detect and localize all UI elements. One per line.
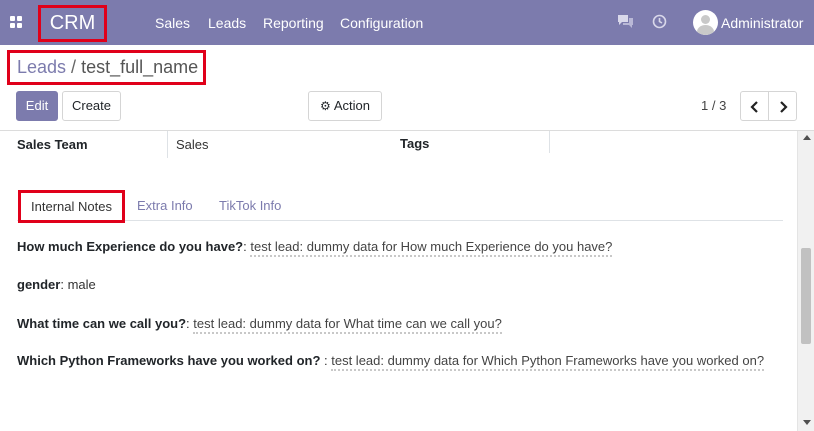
pager-value: 1 / 3: [701, 98, 727, 113]
breadcrumb-leads-link[interactable]: Leads: [17, 57, 66, 77]
menu-reporting[interactable]: Reporting: [263, 15, 324, 31]
note-item: Which Python Frameworks have you worked …: [17, 353, 765, 371]
note-answer: male: [67, 277, 96, 292]
breadcrumb-current: test_full_name: [81, 57, 199, 77]
note-question: How much Experience do you have?: [17, 239, 244, 254]
note-answer: test lead: dummy data for What time can …: [193, 316, 502, 334]
create-button[interactable]: Create: [62, 91, 121, 121]
menu-leads[interactable]: Leads: [208, 15, 246, 31]
clock-icon[interactable]: [652, 14, 667, 32]
vertical-scrollbar[interactable]: [797, 131, 814, 431]
note-item: gender: male: [17, 277, 96, 292]
note-separator: :: [60, 277, 68, 292]
gear-icon: ⚙: [320, 99, 331, 113]
breadcrumb: Leads / test_full_name: [7, 50, 206, 85]
field-divider: [549, 131, 550, 153]
edit-button[interactable]: Edit: [16, 91, 58, 121]
action-label: Action: [333, 98, 370, 113]
form-sheet: Sales Team Sales Tags Internal Notes Ext…: [0, 131, 797, 431]
chevron-right-icon: [780, 101, 788, 113]
app-brand[interactable]: CRM: [38, 5, 107, 42]
note-question: What time can we call you?: [17, 316, 187, 331]
tab-internal-notes[interactable]: Internal Notes: [18, 190, 125, 223]
chevron-left-icon: [750, 101, 758, 113]
top-navbar: CRM Sales Leads Reporting Configuration …: [0, 0, 814, 45]
note-question: Which Python Frameworks have you worked …: [17, 353, 324, 368]
scroll-down-arrow-icon[interactable]: [803, 420, 811, 425]
field-divider: [167, 131, 168, 158]
sales-team-label: Sales Team: [17, 137, 88, 152]
user-avatar[interactable]: [693, 10, 718, 35]
action-button[interactable]: ⚙ Action: [308, 91, 382, 121]
note-answer: test lead: dummy data for Which Python F…: [331, 353, 765, 371]
tabs-border: [17, 220, 783, 221]
pager-next-button[interactable]: [768, 91, 797, 121]
note-item: How much Experience do you have?: test l…: [17, 239, 613, 257]
tags-label: Tags: [400, 136, 430, 151]
user-menu[interactable]: Administrator: [721, 15, 803, 31]
note-question: gender: [17, 277, 61, 292]
chat-icon[interactable]: [617, 14, 634, 32]
tab-extra-info[interactable]: Extra Info: [137, 198, 193, 213]
menu-sales[interactable]: Sales: [155, 15, 190, 31]
menu-configuration[interactable]: Configuration: [340, 15, 423, 31]
breadcrumb-separator: /: [71, 57, 77, 77]
tab-tiktok-info[interactable]: TikTok Info: [219, 198, 281, 213]
note-item: What time can we call you?: test lead: d…: [17, 316, 502, 334]
pager-previous-button[interactable]: [740, 91, 769, 121]
scrollbar-thumb[interactable]: [801, 248, 811, 344]
scroll-up-arrow-icon[interactable]: [803, 135, 811, 140]
sales-team-value[interactable]: Sales: [176, 137, 209, 152]
note-answer: test lead: dummy data for How much Exper…: [250, 239, 613, 257]
apps-grid-icon[interactable]: [10, 16, 22, 28]
